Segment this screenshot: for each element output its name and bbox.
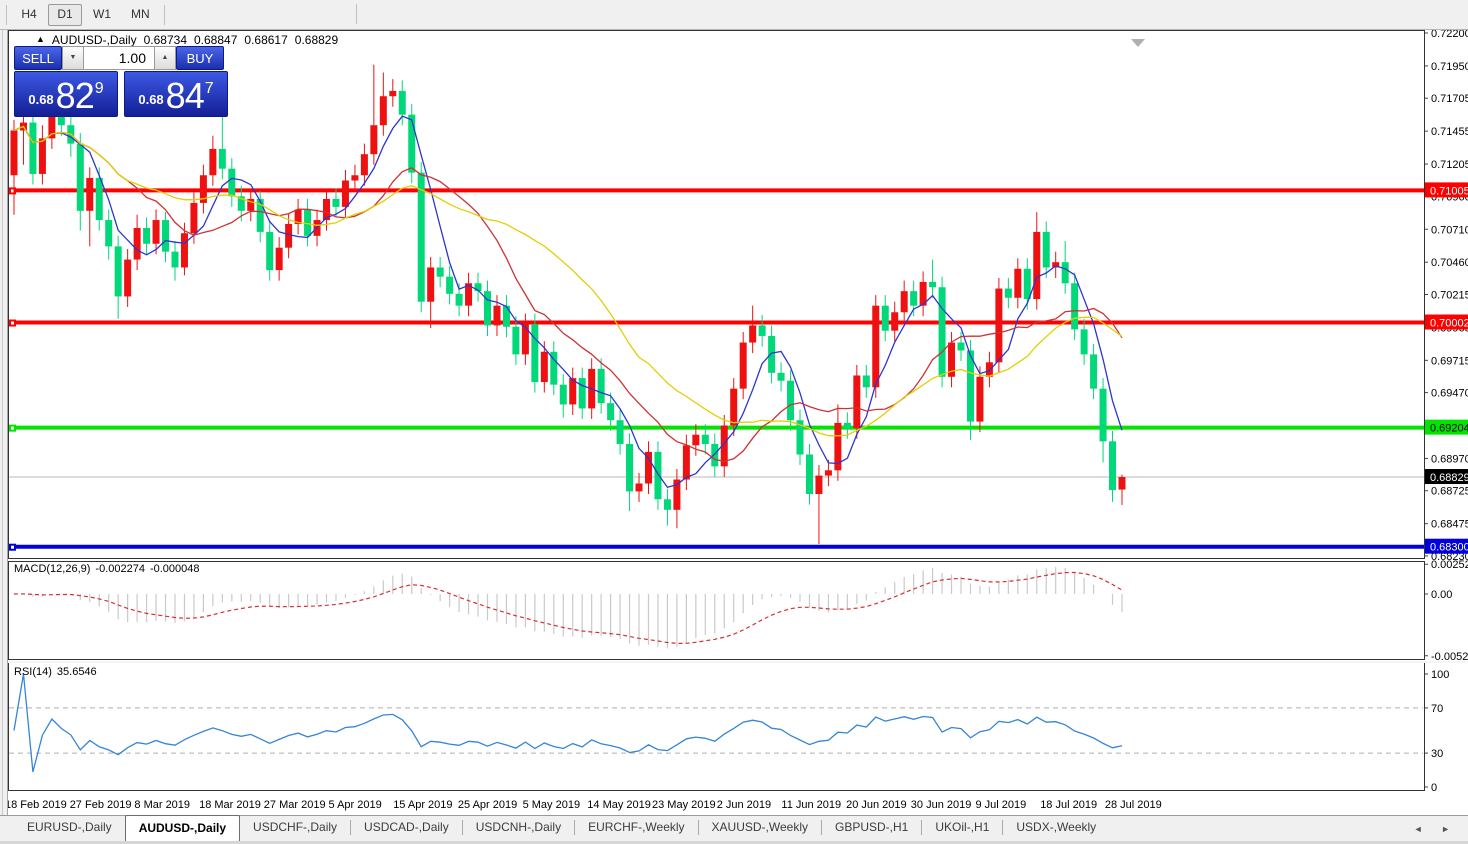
buy-price-main: 84	[166, 79, 204, 113]
tab-usdchf-daily[interactable]: USDCHF-,Daily	[240, 815, 350, 841]
svg-text:28 Jul 2019: 28 Jul 2019	[1105, 799, 1162, 811]
sell-price-main: 82	[56, 79, 94, 113]
svg-text:15 Apr 2019: 15 Apr 2019	[393, 799, 452, 811]
ohlc-close: 0.68829	[295, 33, 338, 47]
one-click-trading-panel: SELL ▼ ▲ BUY 0.68 82 9 0.68 84 7	[14, 46, 228, 117]
svg-text:0.68725: 0.68725	[1431, 486, 1468, 498]
timeframe-button-h4[interactable]: H4	[12, 4, 46, 26]
tab-gbpusd-h1[interactable]: GBPUSD-,H1	[822, 815, 921, 841]
macd-indicator-label: MACD(12,26,9) -0.002274 -0.000048	[14, 563, 200, 575]
svg-text:0.71455: 0.71455	[1431, 126, 1468, 138]
svg-text:0.68829: 0.68829	[1430, 472, 1468, 484]
ohlc-open: 0.68734	[144, 33, 187, 47]
svg-text:18 Jul 2019: 18 Jul 2019	[1040, 799, 1097, 811]
svg-text:0.70710: 0.70710	[1431, 224, 1468, 236]
svg-text:0.69715: 0.69715	[1431, 355, 1468, 367]
svg-text:0.69470: 0.69470	[1431, 388, 1468, 400]
rsi-value: 35.6546	[57, 666, 97, 678]
volume-input[interactable]	[84, 46, 154, 70]
svg-text:30 Jun 2019: 30 Jun 2019	[911, 799, 972, 811]
svg-text:27 Mar 2019: 27 Mar 2019	[264, 799, 326, 811]
svg-text:0.70460: 0.70460	[1431, 257, 1468, 269]
svg-text:5 May 2019: 5 May 2019	[523, 799, 580, 811]
sell-button[interactable]: SELL	[14, 46, 62, 70]
volume-increase-button[interactable]: ▲	[154, 46, 176, 70]
svg-text:0.70002: 0.70002	[1430, 318, 1468, 330]
sell-price-prefix: 0.68	[28, 92, 53, 107]
svg-text:0.69204: 0.69204	[1430, 423, 1468, 435]
sell-price-pip: 9	[95, 81, 104, 97]
svg-text:5 Apr 2019: 5 Apr 2019	[329, 799, 382, 811]
tab-xauusd-weekly[interactable]: XAUUSD-,Weekly	[699, 815, 821, 841]
svg-text:0.71705: 0.71705	[1431, 93, 1468, 105]
svg-text:0.68475: 0.68475	[1431, 519, 1468, 531]
svg-text:27 Feb 2019: 27 Feb 2019	[70, 799, 132, 811]
svg-text:0.71005: 0.71005	[1430, 185, 1468, 197]
svg-text:9 Jul 2019: 9 Jul 2019	[976, 799, 1027, 811]
rsi-indicator-label: RSI(14) 35.6546	[14, 666, 97, 678]
svg-text:30: 30	[1431, 748, 1443, 760]
buy-price-prefix: 0.68	[138, 92, 163, 107]
svg-text:23 May 2019: 23 May 2019	[652, 799, 716, 811]
svg-text:0.68300: 0.68300	[1430, 542, 1468, 554]
volume-decrease-button[interactable]: ▼	[62, 46, 84, 70]
ohlc-low: 0.68617	[244, 33, 287, 47]
macd-signal-value: -0.000048	[150, 563, 200, 575]
svg-text:70: 70	[1431, 703, 1443, 715]
buy-button[interactable]: BUY	[176, 46, 224, 70]
timeframe-button-d1[interactable]: D1	[48, 4, 82, 26]
svg-text:0.70215: 0.70215	[1431, 289, 1468, 301]
chart-tab-bar: EURUSD-,DailyAUDUSD-,DailyUSDCHF-,DailyU…	[0, 815, 1468, 844]
timeframe-button-w1[interactable]: W1	[84, 4, 120, 26]
toolbar-divider	[356, 4, 357, 24]
date-axis: 18 Feb 201927 Feb 20198 Mar 2019 18 Mar 2…	[5, 799, 1162, 811]
chart-tabs: EURUSD-,DailyAUDUSD-,DailyUSDCHF-,DailyU…	[14, 815, 1109, 841]
svg-text:0: 0	[1431, 782, 1437, 794]
buy-price-button[interactable]: 0.68 84 7	[124, 71, 228, 117]
timeframe-button-mn[interactable]: MN	[122, 4, 159, 26]
svg-text:0.68970: 0.68970	[1431, 453, 1468, 465]
timeframe-toolbar: H4D1W1MN	[0, 0, 1468, 30]
chart-canvas[interactable]: 0.722000.719500.717050.714550.712050.709…	[0, 0, 1468, 844]
svg-text:100: 100	[1431, 669, 1449, 681]
sell-price-button[interactable]: 0.68 82 9	[14, 71, 118, 117]
tab-ukoil-h1[interactable]: UKOil-,H1	[922, 815, 1002, 841]
macd-main-value: -0.002274	[95, 563, 145, 575]
svg-text:20 Jun 2019: 20 Jun 2019	[846, 799, 907, 811]
ohlc-high: 0.68847	[194, 33, 237, 47]
svg-text:25 Apr 2019: 25 Apr 2019	[458, 799, 517, 811]
chart-symbol-label: AUDUSD-,Daily	[52, 33, 137, 47]
mt4-window: 0.722000.719500.717050.714550.712050.709…	[0, 0, 1468, 844]
svg-text:14 May 2019: 14 May 2019	[587, 799, 651, 811]
workspace-left-edge	[0, 30, 8, 815]
tab-usdx-weekly[interactable]: USDX-,Weekly	[1003, 815, 1109, 841]
collapse-triangle-icon[interactable]: ▲	[36, 34, 45, 44]
timeframe-buttons: H4D1W1MN	[11, 4, 160, 26]
rsi-name: RSI(14)	[14, 666, 52, 678]
svg-text:0.71950: 0.71950	[1431, 61, 1468, 73]
tab-scroll-arrows[interactable]: ◄ ►	[1414, 824, 1468, 834]
tab-audusd-daily[interactable]: AUDUSD-,Daily	[125, 815, 240, 841]
svg-text:0.00: 0.00	[1431, 589, 1452, 601]
svg-text:0.002522: 0.002522	[1431, 559, 1468, 571]
svg-text:18 Mar 2019: 18 Mar 2019	[199, 799, 261, 811]
svg-text:-0.005234: -0.005234	[1431, 651, 1468, 663]
tab-eurchf-weekly[interactable]: EURCHF-,Weekly	[575, 815, 697, 841]
toolbar-divider	[164, 5, 165, 25]
chart-title: ▲ AUDUSD-,Daily 0.68734 0.68847 0.68617 …	[36, 33, 338, 47]
tab-usdcnh-daily[interactable]: USDCNH-,Daily	[463, 815, 574, 841]
toolbar-divider	[6, 5, 7, 25]
svg-text:0.71205: 0.71205	[1431, 159, 1468, 171]
svg-text:11 Jun 2019: 11 Jun 2019	[781, 799, 841, 811]
buy-price-pip: 7	[205, 81, 214, 97]
svg-text:8 Mar 2019: 8 Mar 2019	[134, 799, 190, 811]
svg-text:2 Jun 2019: 2 Jun 2019	[717, 799, 771, 811]
svg-text:18 Feb 2019: 18 Feb 2019	[5, 799, 67, 811]
tab-usdcad-daily[interactable]: USDCAD-,Daily	[351, 815, 462, 841]
macd-name: MACD(12,26,9)	[14, 563, 90, 575]
tab-eurusd-daily[interactable]: EURUSD-,Daily	[14, 815, 125, 841]
